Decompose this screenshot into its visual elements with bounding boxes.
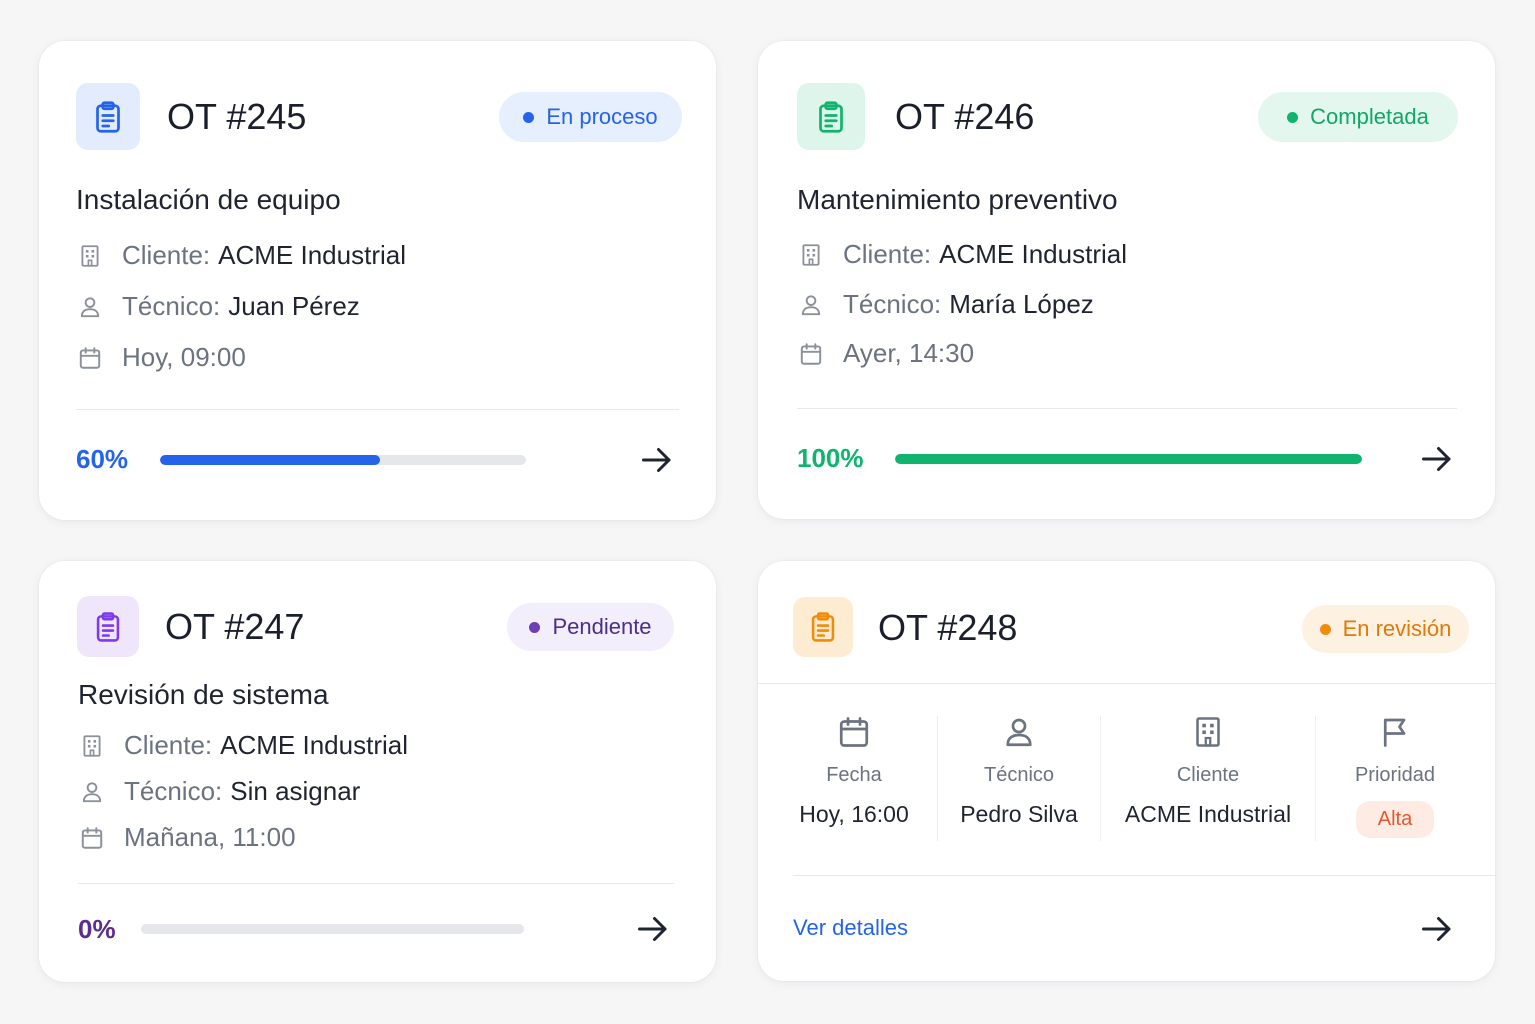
status-label: En revisión <box>1342 616 1452 641</box>
client-label: Cliente: <box>124 730 213 760</box>
client-value: ACME Industrial <box>218 240 406 270</box>
calendar-icon <box>78 824 106 852</box>
divider <box>76 409 679 410</box>
client-label: Cliente: <box>122 240 211 270</box>
date-row: Hoy, 09:00 <box>76 342 246 373</box>
order-title: OT #247 <box>165 606 305 647</box>
clipboard-icon <box>793 597 853 657</box>
detail-label: Cliente <box>1176 764 1240 786</box>
status-label: Pendiente <box>552 614 652 639</box>
detail-tecnico: Técnico Pedro Silva <box>943 714 1095 828</box>
status-dot <box>529 621 541 633</box>
priority-badge: Alta <box>1355 801 1435 838</box>
view-details-link[interactable]: Ver detalles <box>793 915 908 941</box>
progress-percent: 60% <box>76 444 129 474</box>
date-value: Hoy, 09:00 <box>122 342 246 372</box>
progress-percent: 100% <box>797 443 864 473</box>
client-row: Cliente: ACME Industrial <box>797 239 1127 270</box>
client-value: ACME Industrial <box>939 239 1127 269</box>
column-divider <box>937 716 938 841</box>
divider <box>758 683 1495 684</box>
date-row: Mañana, 11:00 <box>78 822 296 853</box>
detail-cliente: Cliente ACME Industrial <box>1108 714 1308 828</box>
technician-label: Técnico: <box>122 291 221 321</box>
status-badge: En revisión <box>1302 605 1469 653</box>
arrow-right-icon[interactable] <box>639 442 675 478</box>
clipboard-icon <box>77 596 139 657</box>
status-dot <box>523 111 535 123</box>
divider <box>797 408 1457 409</box>
status-label: En proceso <box>546 104 658 129</box>
technician-row: Técnico: María López <box>797 289 1094 320</box>
technician-label: Técnico: <box>124 776 223 806</box>
detail-prioridad: Prioridad Alta <box>1323 714 1467 838</box>
building-icon <box>76 242 104 270</box>
detail-label: Fecha <box>826 764 882 786</box>
arrow-right-icon[interactable] <box>635 911 671 947</box>
detail-value: ACME Industrial <box>1124 801 1292 827</box>
detail-value: Hoy, 16:00 <box>799 801 909 827</box>
progress-bar <box>895 454 1362 464</box>
date-value: Mañana, 11:00 <box>124 822 296 852</box>
technician-label: Técnico: <box>843 289 942 319</box>
column-divider <box>1315 716 1316 841</box>
building-icon <box>797 241 825 269</box>
work-order-card[interactable]: OT #246 Completada Mantenimiento prevent… <box>758 41 1495 519</box>
detail-value: Pedro Silva <box>960 801 1078 827</box>
progress-bar <box>160 455 526 465</box>
status-dot <box>1319 623 1331 635</box>
user-icon <box>76 293 104 321</box>
column-divider <box>1100 716 1101 841</box>
client-label: Cliente: <box>843 239 932 269</box>
user-icon <box>78 778 106 806</box>
technician-row: Técnico: Sin asignar <box>78 776 360 807</box>
calendar-icon <box>836 714 872 750</box>
status-badge: En proceso <box>499 92 682 142</box>
order-title: OT #246 <box>895 96 1035 137</box>
building-icon <box>78 732 106 760</box>
status-badge: Completada <box>1258 92 1458 142</box>
user-icon <box>797 291 825 319</box>
order-subtitle: Instalación de equipo <box>76 184 341 215</box>
client-row: Cliente: ACME Industrial <box>76 240 406 271</box>
detail-fecha: Fecha Hoy, 16:00 <box>778 714 930 828</box>
divider <box>78 883 674 884</box>
technician-value: Juan Pérez <box>228 291 360 321</box>
divider <box>793 875 1495 876</box>
technician-row: Técnico: Juan Pérez <box>76 291 360 322</box>
clipboard-icon <box>797 83 865 150</box>
date-row: Ayer, 14:30 <box>797 338 974 369</box>
calendar-icon <box>76 344 104 372</box>
progress-bar <box>141 924 524 934</box>
progress-fill <box>895 454 1362 464</box>
detail-label: Prioridad <box>1354 764 1436 786</box>
status-badge: Pendiente <box>507 603 674 651</box>
progress-fill <box>160 455 380 465</box>
arrow-right-icon[interactable] <box>1419 441 1455 477</box>
detail-label: Técnico <box>983 764 1055 786</box>
work-order-card[interactable]: OT #245 En proceso Instalación de equipo… <box>39 41 716 520</box>
user-icon <box>1001 714 1037 750</box>
order-title: OT #248 <box>878 607 1018 648</box>
work-order-card[interactable]: OT #248 En revisión Fecha Hoy, 16:00 Téc… <box>758 561 1495 981</box>
arrow-right-icon[interactable] <box>1419 911 1455 947</box>
order-title: OT #245 <box>167 96 307 137</box>
client-value: ACME Industrial <box>220 730 408 760</box>
technician-value: Sin asignar <box>230 776 361 806</box>
technician-value: María López <box>949 289 1094 319</box>
order-subtitle: Mantenimiento preventivo <box>797 184 1118 215</box>
status-dot <box>1287 111 1299 123</box>
date-value: Ayer, 14:30 <box>843 338 975 368</box>
flag-icon <box>1377 714 1413 750</box>
order-subtitle: Revisión de sistema <box>78 679 329 710</box>
calendar-icon <box>797 340 825 368</box>
status-label: Completada <box>1310 104 1429 129</box>
progress-percent: 0% <box>78 914 116 944</box>
clipboard-icon <box>76 83 140 150</box>
building-icon <box>1190 714 1226 750</box>
client-row: Cliente: ACME Industrial <box>78 730 408 761</box>
work-order-card[interactable]: OT #247 Pendiente Revisión de sistema Cl… <box>39 561 716 982</box>
